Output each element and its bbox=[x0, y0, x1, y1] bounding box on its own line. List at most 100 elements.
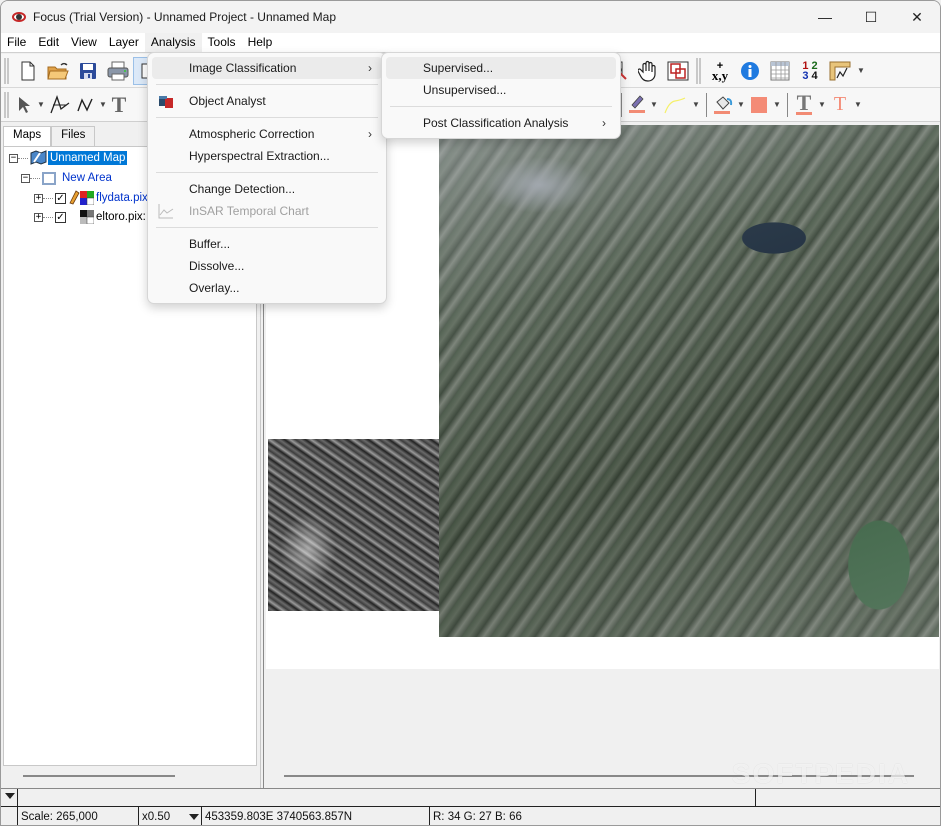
panel-tabs: Maps Files bbox=[3, 126, 96, 147]
toolbar-grip[interactable] bbox=[4, 57, 9, 84]
collapse-toggle[interactable]: − bbox=[9, 153, 18, 163]
layer-visibility-checkbox[interactable]: ✓ bbox=[55, 211, 66, 223]
overview-button[interactable] bbox=[663, 57, 693, 85]
menu-item-object-analyst[interactable]: Object Analyst bbox=[152, 90, 382, 112]
status-dropdown-arrow[interactable] bbox=[5, 793, 15, 799]
polyline-dropdown-arrow[interactable]: ▼ bbox=[97, 100, 109, 109]
coordinate-button[interactable]: + x,y bbox=[705, 57, 735, 85]
hand-pan-icon bbox=[638, 60, 656, 82]
menu-item-image-classification[interactable]: Image Classification › bbox=[152, 57, 382, 79]
pan-button[interactable] bbox=[633, 57, 663, 85]
menu-item-overlay[interactable]: Overlay... bbox=[152, 277, 382, 299]
menu-analysis[interactable]: Analysis bbox=[144, 33, 202, 52]
attribute-table-button[interactable] bbox=[765, 57, 795, 85]
submenu-chevron-icon: › bbox=[368, 61, 372, 75]
save-button[interactable] bbox=[73, 57, 103, 85]
pixel-value-readout: R: 34 G: 27 B: 66 bbox=[429, 807, 729, 825]
menu-separator bbox=[156, 227, 378, 228]
tree-node-layer[interactable]: + ✓ flydata.pix bbox=[34, 189, 150, 207]
pointer-dropdown-arrow[interactable]: ▼ bbox=[35, 100, 47, 109]
tab-files[interactable]: Files bbox=[51, 126, 96, 146]
menu-item-atmospheric-correction[interactable]: Atmospheric Correction › bbox=[152, 123, 382, 145]
analysis-menu: Image Classification › Object Analyst At… bbox=[147, 52, 387, 304]
menu-item-buffer[interactable]: Buffer... bbox=[152, 233, 382, 255]
text-color-button[interactable]: T bbox=[828, 91, 852, 119]
menu-separator bbox=[156, 172, 378, 173]
coordinate-dropdown-arrow[interactable] bbox=[189, 814, 199, 820]
numbers-button[interactable]: 1 2 3 4 bbox=[795, 57, 825, 85]
toolbar-separator bbox=[706, 92, 707, 117]
horizontal-scrollbar[interactable] bbox=[23, 775, 175, 777]
close-button[interactable]: ✕ bbox=[894, 1, 940, 33]
flydata-image bbox=[439, 125, 939, 637]
coordinate-readout: 453359.803E 3740563.857N bbox=[201, 807, 429, 825]
new-file-button[interactable] bbox=[13, 57, 43, 85]
polyline-icon bbox=[77, 97, 93, 112]
tree-node-layer[interactable]: + ✓ eltoro.pix: bbox=[34, 208, 148, 226]
table-grid-icon bbox=[770, 61, 790, 80]
curve-dropdown[interactable]: ▼ bbox=[690, 100, 702, 109]
paint-bucket-icon bbox=[714, 95, 733, 114]
menu-view[interactable]: View bbox=[65, 33, 103, 52]
toolbar-grip[interactable] bbox=[4, 91, 9, 118]
menu-separator bbox=[390, 106, 612, 107]
menu-edit[interactable]: Edit bbox=[32, 33, 65, 52]
pen-button[interactable] bbox=[626, 91, 648, 119]
curve-button[interactable] bbox=[660, 91, 690, 119]
menu-item-supervised[interactable]: Supervised... bbox=[386, 57, 616, 79]
tab-maps[interactable]: Maps bbox=[3, 126, 52, 147]
fill-color-button[interactable] bbox=[747, 91, 771, 119]
fill-color-dropdown[interactable]: ▼ bbox=[771, 100, 783, 109]
tree-label[interactable]: Unnamed Map bbox=[48, 151, 128, 165]
pencil-edit-icon bbox=[69, 190, 80, 205]
menu-item-label: Hyperspectral Extraction... bbox=[189, 149, 330, 163]
tree-label[interactable]: flydata.pix bbox=[94, 192, 150, 204]
pointer-button[interactable] bbox=[13, 91, 35, 119]
open-button[interactable] bbox=[43, 57, 73, 85]
tree-node-area[interactable]: − New Area bbox=[21, 169, 114, 187]
fill-bucket-button[interactable] bbox=[711, 91, 735, 119]
tree-node-map[interactable]: − Unnamed Map bbox=[9, 149, 128, 167]
collapse-toggle[interactable]: − bbox=[21, 173, 30, 183]
tree-label[interactable]: eltoro.pix: bbox=[94, 211, 148, 223]
overview-frames-icon bbox=[667, 61, 689, 80]
app-window: Focus (Trial Version) - Unnamed Project … bbox=[0, 0, 941, 826]
text-style-button[interactable]: T bbox=[792, 91, 816, 119]
toolbar-grip[interactable] bbox=[696, 57, 701, 84]
text-style-dropdown[interactable]: ▼ bbox=[816, 100, 828, 109]
menu-item-label: Atmospheric Correction bbox=[189, 127, 315, 141]
grayscale-layer-icon bbox=[80, 210, 94, 224]
menu-item-label: Image Classification bbox=[189, 61, 297, 75]
pen-brush-icon bbox=[629, 94, 645, 113]
menu-help[interactable]: Help bbox=[242, 33, 279, 52]
menu-item-label: Post Classification Analysis bbox=[423, 116, 569, 130]
menu-file[interactable]: File bbox=[1, 33, 32, 52]
minimize-button[interactable]: — bbox=[802, 1, 848, 33]
ruler-graph-button[interactable] bbox=[825, 57, 855, 85]
expand-toggle[interactable]: + bbox=[34, 193, 43, 203]
fill-bucket-dropdown[interactable]: ▼ bbox=[735, 100, 747, 109]
polyline-button[interactable] bbox=[73, 91, 97, 119]
tree-label[interactable]: New Area bbox=[60, 172, 114, 184]
ruler-dropdown-arrow[interactable]: ▼ bbox=[855, 66, 867, 75]
toolbar-separator bbox=[621, 92, 622, 117]
layer-visibility-checkbox[interactable]: ✓ bbox=[55, 192, 66, 204]
print-button[interactable] bbox=[103, 57, 133, 85]
text-style-t-icon: T bbox=[796, 90, 812, 115]
vertex-edit-button[interactable] bbox=[47, 91, 73, 119]
text-tool-button[interactable]: T bbox=[109, 91, 129, 119]
pen-dropdown[interactable]: ▼ bbox=[648, 100, 660, 109]
zoom-readout: x0.50 bbox=[138, 807, 186, 825]
info-button[interactable] bbox=[735, 57, 765, 85]
menu-tools[interactable]: Tools bbox=[202, 33, 242, 52]
xy-label: x,y bbox=[711, 67, 729, 83]
menu-item-post-classification-analysis[interactable]: Post Classification Analysis › bbox=[386, 112, 616, 134]
menu-item-hyperspectral-extraction[interactable]: Hyperspectral Extraction... bbox=[152, 145, 382, 167]
menu-item-change-detection[interactable]: Change Detection... bbox=[152, 178, 382, 200]
menu-layer[interactable]: Layer bbox=[103, 33, 145, 52]
menu-item-unsupervised[interactable]: Unsupervised... bbox=[386, 79, 616, 101]
text-color-dropdown[interactable]: ▼ bbox=[852, 100, 864, 109]
maximize-button[interactable]: ☐ bbox=[848, 1, 894, 33]
menu-item-dissolve[interactable]: Dissolve... bbox=[152, 255, 382, 277]
expand-toggle[interactable]: + bbox=[34, 212, 43, 222]
